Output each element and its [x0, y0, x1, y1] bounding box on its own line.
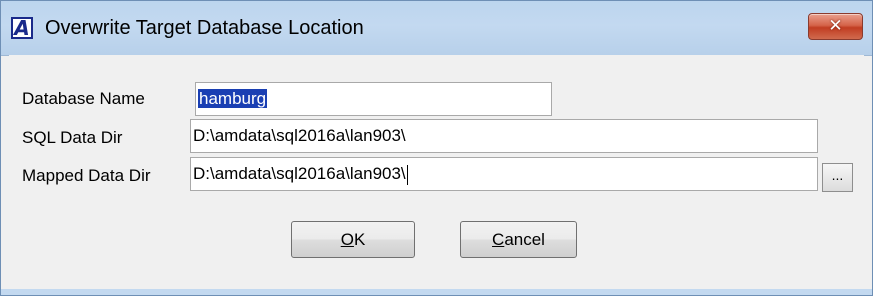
close-button[interactable]: ✕: [808, 13, 863, 40]
app-logo-icon: A: [11, 16, 33, 40]
database-name-label: Database Name: [22, 89, 145, 108]
title-bar[interactable]: A Overwrite Target Database Location ✕: [1, 1, 872, 56]
cancel-button[interactable]: Cancel: [460, 221, 577, 258]
dialog-window: A Overwrite Target Database Location ✕ D…: [0, 0, 873, 296]
text-caret: [406, 164, 408, 185]
browse-button[interactable]: ...: [822, 163, 853, 192]
cancel-mnemonic: C: [492, 230, 505, 249]
dialog-body: Database Name hamburg SQL Data Dir D:\am…: [9, 55, 864, 283]
mapped-data-dir-value: D:\amdata\sql2016a\lan903\: [193, 164, 406, 183]
mapped-data-dir-label: Mapped Data Dir: [22, 166, 151, 185]
close-icon: ✕: [828, 16, 843, 36]
app-logo-letter: A: [14, 16, 30, 40]
cancel-label-rest: ancel: [504, 230, 545, 249]
database-name-value: hamburg: [198, 89, 268, 108]
dialog-title: Overwrite Target Database Location: [45, 17, 364, 39]
ok-mnemonic: O: [340, 230, 354, 249]
mapped-data-dir-input[interactable]: D:\amdata\sql2016a\lan903\: [190, 157, 818, 191]
sql-data-dir-input[interactable]: D:\amdata\sql2016a\lan903\: [190, 119, 818, 153]
ok-label-rest: K: [353, 230, 366, 249]
sql-data-dir-label: SQL Data Dir: [22, 128, 123, 147]
sql-data-dir-value: D:\amdata\sql2016a\lan903\: [193, 126, 406, 145]
database-name-input[interactable]: hamburg: [195, 82, 552, 116]
ok-button[interactable]: OK: [291, 221, 415, 258]
window-bottom-border: [1, 289, 872, 295]
